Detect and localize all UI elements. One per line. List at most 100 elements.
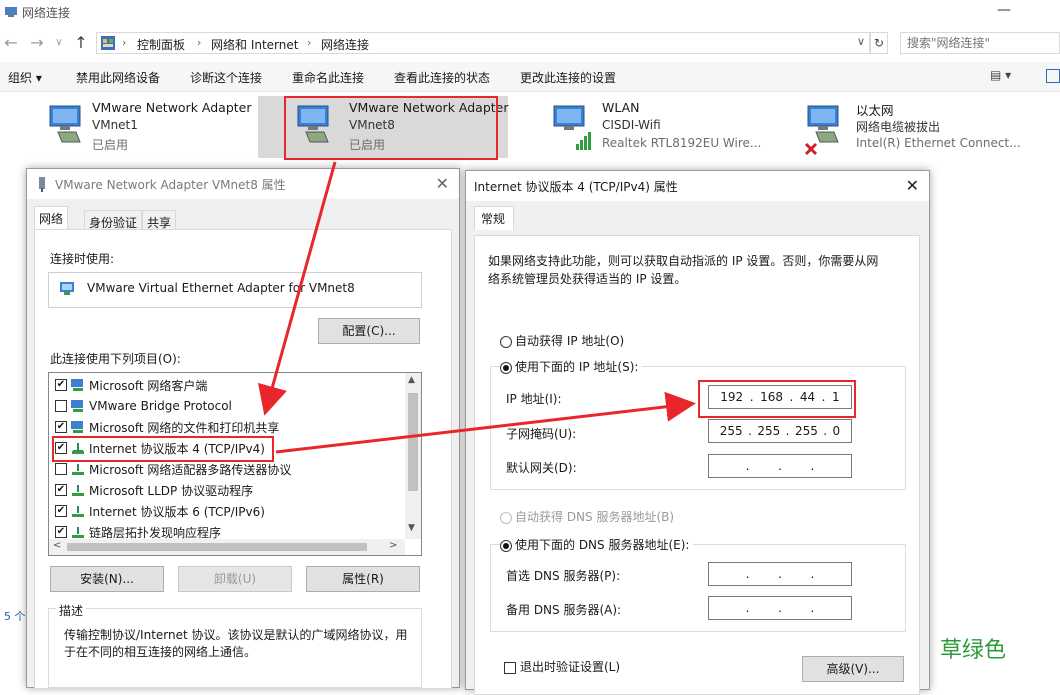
wifi-adapter-icon	[550, 102, 591, 150]
properties-button[interactable]: 属性(R)	[306, 566, 420, 592]
back-arrow-icon[interactable]: ←	[2, 33, 20, 53]
close-icon[interactable]: ✕	[906, 176, 919, 195]
install-button[interactable]: 安装(N)...	[50, 566, 164, 592]
mask-octet[interactable]: 255	[757, 424, 780, 438]
alternate-dns-label: 备用 DNS 服务器(A):	[506, 603, 622, 617]
window-titlebar: 网络连接 —	[0, 0, 1060, 24]
chevron-down-icon[interactable]: ∨	[857, 35, 865, 48]
preferred-dns-field[interactable]: ...	[708, 562, 852, 586]
checkbox[interactable]: ✔	[55, 421, 67, 433]
list-item[interactable]: VMware Bridge Protocol	[55, 396, 232, 416]
adapter-ethernet[interactable]: 以太网 网络电缆被拔出 Intel(R) Ethernet Connect...	[804, 96, 1044, 158]
preview-pane-icon[interactable]	[1046, 69, 1060, 83]
radio-button[interactable]	[500, 539, 512, 552]
checkbox[interactable]	[55, 463, 67, 475]
checkbox[interactable]: ✔	[55, 505, 67, 517]
list-item[interactable]: ✔ Microsoft LLDP 协议驱动程序	[55, 480, 253, 500]
manual-dns-option[interactable]: 使用下面的 DNS 服务器地址(E):	[500, 536, 694, 553]
intro-text: 络系统管理员处获得适当的 IP 设置。	[488, 272, 687, 286]
scroll-left-icon[interactable]: <	[53, 540, 61, 551]
checkbox[interactable]	[504, 661, 516, 674]
network-folder-icon	[4, 5, 18, 17]
radio-button	[500, 511, 512, 524]
breadcrumb-control-panel[interactable]: 控制面板	[137, 36, 185, 53]
highlight-box-ip	[698, 380, 856, 418]
scroll-up-icon[interactable]: ▲	[408, 375, 415, 385]
tab-general[interactable]: 常规	[474, 206, 515, 230]
auto-dns-option: 自动获得 DNS 服务器地址(B)	[500, 508, 674, 525]
horizontal-scrollbar[interactable]: < >	[49, 539, 405, 555]
adapter-status: Intel(R) Ethernet Connect...	[856, 136, 1021, 150]
mask-octet[interactable]: 255	[720, 424, 743, 438]
list-item-label: Microsoft 网络客户端	[89, 378, 208, 393]
list-item-label: 链路层拓扑发现响应程序	[89, 525, 222, 540]
diagnose-button[interactable]: 诊断这个连接	[190, 69, 262, 86]
adapter-name: VMware Network Adapter	[92, 100, 252, 115]
checkbox[interactable]: ✔	[55, 526, 67, 538]
address-bar[interactable]: › 控制面板 › 网络和 Internet › 网络连接 ∨	[96, 32, 870, 54]
ip-address-label: IP 地址(I):	[506, 392, 562, 406]
gateway-field[interactable]: ...	[708, 454, 852, 478]
manual-ip-option[interactable]: 使用下面的 IP 地址(S):	[500, 358, 643, 375]
disable-device-button[interactable]: 禁用此网络设备	[76, 69, 160, 86]
forward-arrow-icon[interactable]: →	[28, 33, 46, 53]
list-item[interactable]: ✔ Microsoft 网络的文件和打印机共享	[55, 417, 279, 437]
uninstall-button: 卸载(U)	[178, 566, 292, 592]
list-item[interactable]: ✔ Internet 协议版本 6 (TCP/IPv6)	[55, 501, 265, 521]
watermark-text: 草绿色	[940, 638, 1007, 663]
adapter-wlan[interactable]: WLAN CISDI-Wifi Realtek RTL8192EU Wire..…	[550, 96, 770, 158]
breadcrumb-separator[interactable]: ›	[307, 36, 311, 49]
up-arrow-icon[interactable]: ↑	[72, 33, 90, 53]
mask-octet[interactable]: 0	[833, 424, 841, 438]
adapter-vmnet1[interactable]: VMware Network Adapter VMnet1 已启用	[40, 96, 260, 158]
list-item-label: Microsoft 网络的文件和打印机共享	[89, 420, 280, 435]
view-options-icon[interactable]: ▤ ▾	[990, 68, 1020, 84]
alternate-dns-field[interactable]: ...	[708, 596, 852, 620]
checkbox[interactable]: ✔	[55, 379, 67, 391]
list-item[interactable]: ✔ Microsoft 网络客户端	[55, 375, 207, 395]
list-item-label: VMware Bridge Protocol	[89, 399, 232, 413]
list-item[interactable]: Microsoft 网络适配器多路传送器协议	[55, 459, 291, 479]
close-icon[interactable]: ✕	[436, 174, 449, 193]
network-adapter-icon	[46, 102, 86, 146]
dialog-titlebar: VMware Network Adapter VMnet8 属性 ✕	[27, 169, 459, 199]
organize-menu[interactable]: 组织 ▾	[8, 69, 42, 86]
scroll-right-icon[interactable]: >	[389, 540, 397, 551]
radio-label: 自动获得 DNS 服务器地址(B)	[515, 510, 675, 524]
advanced-button[interactable]: 高级(V)...	[802, 656, 904, 682]
radio-button[interactable]	[500, 361, 512, 374]
change-settings-button[interactable]: 更改此连接的设置	[520, 69, 616, 86]
validate-on-exit-option[interactable]: 退出时验证设置(L)	[504, 658, 620, 675]
list-item-label: Microsoft LLDP 协议驱动程序	[89, 483, 254, 498]
scrollbar-thumb[interactable]	[67, 543, 367, 551]
history-chevron-icon[interactable]: ∨	[50, 33, 68, 53]
scrollbar-thumb[interactable]	[408, 393, 418, 491]
list-item-label: Microsoft 网络适配器多路传送器协议	[89, 462, 292, 477]
vertical-scrollbar[interactable]: ▲ ▼	[405, 373, 421, 539]
breadcrumb-separator[interactable]: ›	[122, 36, 126, 49]
checkbox[interactable]: ✔	[55, 484, 67, 496]
mask-octet[interactable]: 255	[795, 424, 818, 438]
configure-button[interactable]: 配置(C)...	[318, 318, 420, 344]
tab-network[interactable]: 网络	[34, 206, 69, 230]
rename-button[interactable]: 重命名此连接	[292, 69, 364, 86]
subnet-mask-field[interactable]: 255. 255. 255. 0	[708, 419, 852, 443]
minimize-button[interactable]: —	[994, 2, 1014, 22]
adapter-device-name: VMware Virtual Ethernet Adapter for VMne…	[87, 281, 355, 295]
auto-ip-option[interactable]: 自动获得 IP 地址(O)	[500, 332, 624, 349]
breadcrumb-separator[interactable]: ›	[197, 36, 201, 49]
breadcrumb-network-connections[interactable]: 网络连接	[321, 36, 369, 53]
search-input[interactable]	[905, 34, 1055, 52]
scroll-down-icon[interactable]: ▼	[408, 523, 415, 533]
protocol-icon	[71, 526, 85, 538]
breadcrumb-network-internet[interactable]: 网络和 Internet	[211, 36, 298, 53]
intro-text: 如果网络支持此功能，则可以获取自动指派的 IP 设置。否则，你需要从网	[488, 254, 879, 268]
search-box[interactable]	[900, 32, 1060, 54]
refresh-button[interactable]: ↻	[870, 32, 888, 54]
description-text: 传输控制协议/Internet 协议。该协议是默认的广域网络协议，用	[64, 628, 408, 642]
radio-button[interactable]	[500, 335, 512, 348]
view-status-button[interactable]: 查看此连接的状态	[394, 69, 490, 86]
components-list[interactable]: ✔ Microsoft 网络客户端 VMware Bridge Protocol…	[48, 372, 422, 556]
adapter-subtitle: 网络电缆被拔出	[856, 120, 941, 134]
checkbox[interactable]	[55, 400, 67, 412]
